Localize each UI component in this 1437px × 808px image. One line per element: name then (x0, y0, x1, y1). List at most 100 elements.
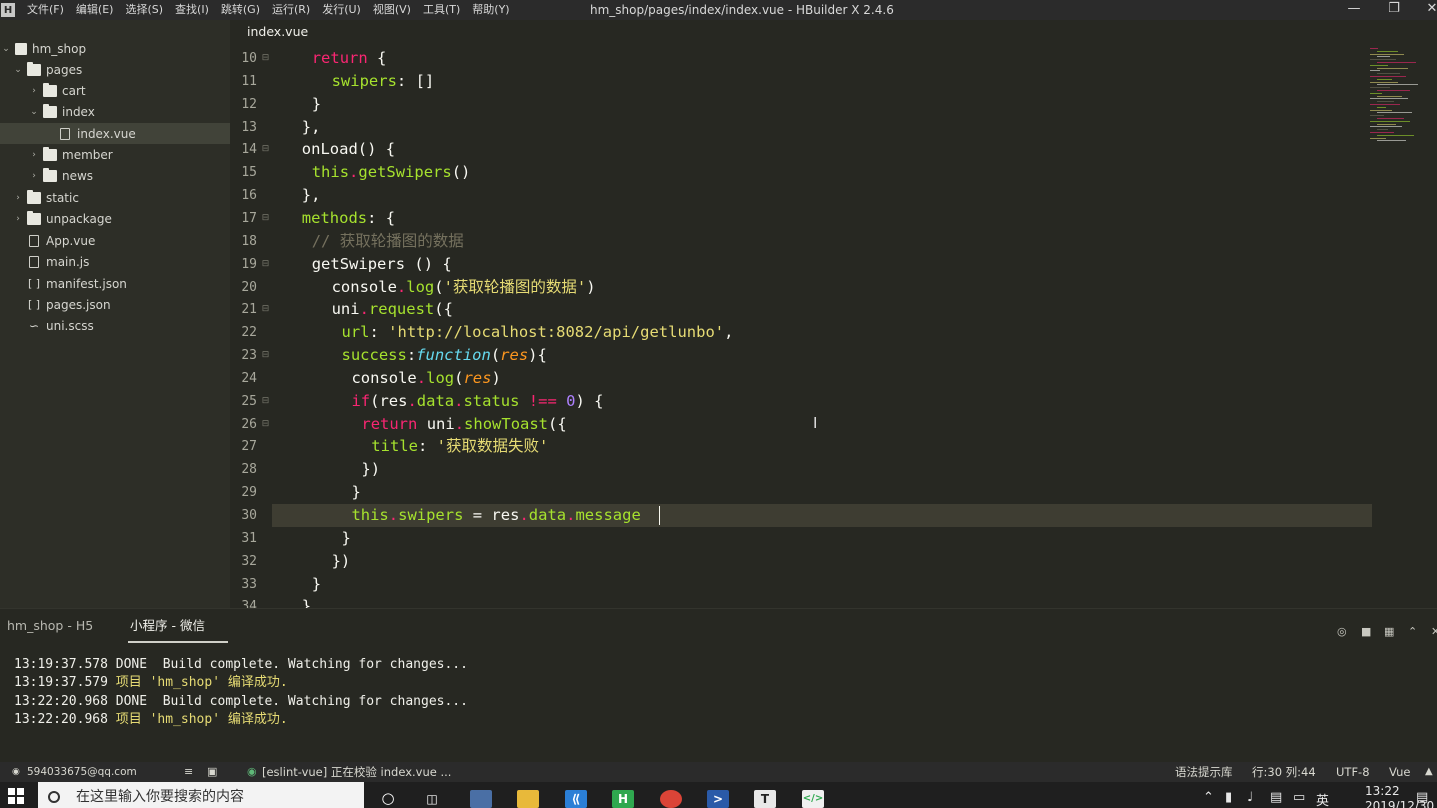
minimize-icon[interactable]: — (1339, 0, 1369, 20)
chevron-down-icon[interactable]: ⌄ (28, 107, 40, 117)
code-line[interactable]: return uni.showToast({ (361, 413, 566, 436)
fold-toggle-icon[interactable]: ⊟ (261, 138, 270, 161)
display-icon[interactable]: ▭ (1293, 790, 1305, 805)
close-icon[interactable]: ✕ (1417, 0, 1437, 20)
stop-square-icon[interactable]: ■ (1361, 625, 1371, 638)
tree-item-main-js[interactable]: main.js (0, 251, 230, 272)
file-explorer-icon[interactable] (517, 790, 539, 808)
fold-toggle-icon[interactable]: ⊟ (261, 207, 270, 230)
code-line[interactable]: console.log(res) (351, 367, 500, 390)
code-line[interactable]: console.log('获取轮播图的数据') (332, 276, 596, 299)
code-line[interactable]: return { (312, 47, 387, 70)
code-line[interactable]: } (351, 481, 360, 504)
chevron-down-icon[interactable]: ⌄ (0, 44, 12, 54)
tree-item-uni-scss[interactable]: ∽ uni.scss (0, 315, 230, 336)
tray-chevron-icon[interactable]: ⌃ (1203, 790, 1214, 805)
menu-view[interactable]: 视图(V) (367, 0, 417, 20)
fold-toggle-icon[interactable]: ⊟ (261, 47, 270, 70)
code-line[interactable]: }) (361, 458, 380, 481)
tree-item-app-vue[interactable]: App.vue (0, 230, 230, 251)
list-icon[interactable]: ≡ (184, 762, 193, 782)
menu-find[interactable]: 查找(I) (169, 0, 215, 20)
code-line[interactable]: }, (302, 116, 321, 139)
tree-item-hm-shop[interactable]: ⌄ hm_shop (0, 38, 230, 59)
tree-item-static[interactable]: › static (0, 187, 230, 208)
chevron-right-icon[interactable]: › (12, 214, 24, 224)
syntax-hint-lib[interactable]: 语法提示库 (1175, 762, 1233, 782)
chevron-down-icon[interactable]: ⌄ (12, 65, 24, 75)
typora-icon[interactable]: T (754, 790, 776, 808)
microphone-icon[interactable]: ▮ (1225, 790, 1232, 805)
vscode-icon[interactable]: ⟪ (565, 790, 587, 808)
clock-time[interactable]: 13:22 (1365, 784, 1400, 798)
code-line[interactable]: methods: { (302, 207, 395, 230)
menu-publish[interactable]: 发行(U) (316, 0, 367, 20)
stop-circle-icon[interactable]: ◎ (1337, 625, 1347, 638)
task-view-icon[interactable]: ◫ (421, 790, 443, 808)
app-icon[interactable] (470, 790, 492, 808)
windows-start-icon[interactable] (8, 788, 24, 804)
tab-index-vue[interactable]: index.vue (240, 20, 315, 44)
console-tab-h5[interactable]: hm_shop - H5 (7, 609, 93, 643)
code-line[interactable]: getSwipers () { (312, 253, 452, 276)
code-line[interactable]: // 获取轮播图的数据 (312, 230, 464, 253)
menu-run[interactable]: 运行(R) (266, 0, 316, 20)
account-icon[interactable]: ◉ (12, 762, 20, 782)
tree-item-pages-json[interactable]: [ ] pages.json (0, 294, 230, 315)
volume-icon[interactable]: ♩ (1247, 790, 1253, 805)
chevron-right-icon[interactable]: › (28, 171, 40, 181)
tree-item-manifest-json[interactable]: [ ] manifest.json (0, 273, 230, 294)
powershell-icon[interactable]: > (707, 790, 729, 808)
console-tab-weixin[interactable]: 小程序 - 微信 (130, 609, 205, 643)
language-mode[interactable]: Vue (1389, 762, 1410, 782)
tree-item-news[interactable]: › news (0, 165, 230, 186)
ime-indicator[interactable]: 英 (1316, 790, 1329, 808)
clear-console-icon[interactable]: ▦ (1384, 625, 1394, 638)
menu-edit[interactable]: 编辑(E) (70, 0, 120, 20)
code-line[interactable]: }, (302, 184, 321, 207)
action-center-icon[interactable]: ▤ (1416, 790, 1428, 805)
chevron-right-icon[interactable]: › (28, 150, 40, 160)
account-label[interactable]: 594033675@qq.com (27, 762, 137, 782)
close-panel-icon[interactable]: ✕ (1431, 625, 1437, 638)
minimap[interactable] (1370, 48, 1430, 148)
fold-toggle-icon[interactable]: ⊟ (261, 413, 270, 436)
restore-icon[interactable]: ❐ (1379, 0, 1409, 20)
menu-tools[interactable]: 工具(T) (417, 0, 466, 20)
code-line[interactable]: this.getSwipers() (312, 161, 471, 184)
menu-help[interactable]: 帮助(Y) (466, 0, 515, 20)
menu-file[interactable]: 文件(F) (21, 0, 70, 20)
code-line[interactable]: swipers: [] (332, 70, 435, 93)
terminal-icon[interactable]: ▣ (207, 762, 217, 782)
code-line[interactable]: if(res.data.status !== 0) { (351, 390, 603, 413)
code-line[interactable]: this.swipers = res.data.message (351, 504, 640, 527)
fold-toggle-icon[interactable]: ⊟ (261, 390, 270, 413)
chevron-right-icon[interactable]: › (28, 86, 40, 96)
hbuilder-taskbar-icon[interactable]: H (612, 790, 634, 808)
code-line[interactable]: }, (302, 595, 321, 608)
fold-toggle-icon[interactable]: ⊟ (261, 253, 270, 276)
code-line[interactable]: }) (332, 550, 351, 573)
code-line[interactable]: uni.request({ (332, 298, 453, 321)
code-line[interactable]: } (312, 573, 321, 596)
code-editor[interactable]: index.vue 10 ⊟ 11 12 13 14 ⊟ 15 16 17 ⊟ 18 19 ⊟ 20 21 ⊟ 2… (230, 20, 1437, 608)
tree-item-pages[interactable]: ⌄ pages (0, 59, 230, 80)
code-line[interactable]: onLoad() { (302, 138, 395, 161)
tree-item-cart[interactable]: › cart (0, 80, 230, 101)
code-line[interactable]: title: '获取数据失败' (371, 435, 548, 458)
menu-goto[interactable]: 跳转(G) (215, 0, 266, 20)
notification-icon[interactable]: ▲ (1425, 762, 1433, 782)
tree-item-index-vue[interactable]: index.vue (0, 123, 230, 144)
cursor-position[interactable]: 行:30 列:44 (1252, 762, 1316, 782)
chevron-up-icon[interactable]: ⌃ (1408, 625, 1417, 638)
code-line[interactable]: url: 'http://localhost:8082/api/getlunbo… (342, 321, 734, 344)
tree-item-member[interactable]: › member (0, 144, 230, 165)
chrome-icon[interactable] (660, 790, 682, 808)
network-icon[interactable]: ▤ (1270, 790, 1282, 805)
encoding[interactable]: UTF-8 (1336, 762, 1370, 782)
chevron-right-icon[interactable]: › (12, 193, 24, 203)
code-line[interactable]: } (342, 527, 351, 550)
cortana-icon[interactable]: ○ (377, 790, 399, 808)
fold-toggle-icon[interactable]: ⊟ (261, 344, 270, 367)
menu-select[interactable]: 选择(S) (119, 0, 169, 20)
